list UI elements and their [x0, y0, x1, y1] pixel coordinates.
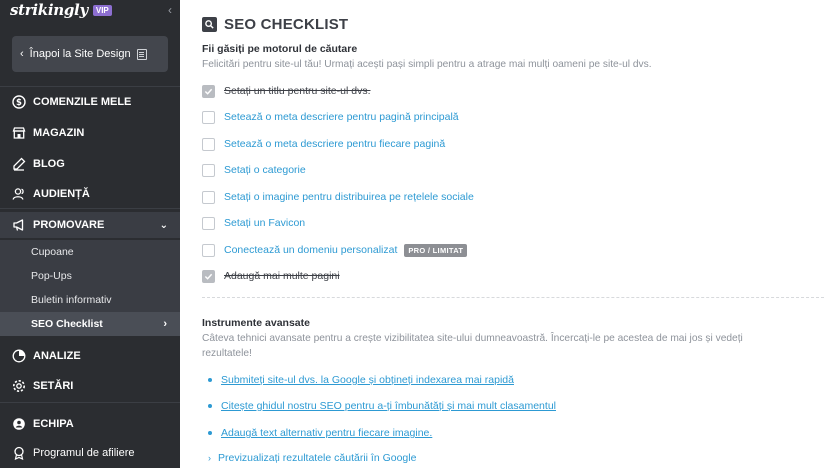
- sidebar-item-label: BLOG: [33, 158, 65, 170]
- dollar-circle-icon: $: [12, 95, 26, 109]
- sidebar-subitem-popups[interactable]: Pop-Ups: [0, 264, 180, 288]
- advanced-link-item[interactable]: Adaugă text alternativ pentru fiecare im…: [208, 427, 432, 439]
- checklist-label[interactable]: Setează o meta descriere pentru fiecare …: [224, 138, 445, 150]
- back-label: Înapoi la Site Design: [29, 48, 131, 60]
- checklist-label[interactable]: Setați o categorie: [224, 164, 306, 176]
- megaphone-icon: [12, 218, 26, 232]
- sidebar-divider: [0, 402, 180, 403]
- chevron-right-icon: ›: [208, 453, 211, 463]
- back-to-site-design-button[interactable]: ‹ Înapoi la Site Design: [12, 36, 168, 72]
- main-content: SEO CHECKLIST Fii găsiți pe motorul de c…: [180, 0, 825, 468]
- bullet-icon: [208, 378, 212, 382]
- sidebar-item-orders[interactable]: $ COMENZILE MELE: [0, 89, 180, 115]
- collapse-sidebar-icon[interactable]: ‹: [168, 3, 172, 17]
- bullet-icon: [208, 404, 212, 408]
- users-icon: [12, 187, 26, 201]
- alt-text-link[interactable]: Adaugă text alternativ pentru fiecare im…: [221, 427, 432, 439]
- team-icon: [12, 417, 26, 431]
- sidebar-item-label: MAGAZIN: [33, 127, 85, 139]
- sidebar-item-label: ECHIPA: [33, 418, 74, 430]
- brand-name: strikingly: [10, 1, 88, 19]
- preview-search-results-toggle[interactable]: › Previzualizați rezultatele căutării în…: [208, 452, 416, 464]
- check-icon: [204, 273, 213, 280]
- sidebar-item-label: SETĂRI: [33, 380, 74, 392]
- advanced-section-subtitle-line2: rezultatele!: [202, 348, 252, 359]
- sidebar-item-promote[interactable]: PROMOVARE ⌄: [0, 212, 180, 238]
- checklist-item[interactable]: Adaugă mai multe pagini: [202, 268, 340, 284]
- checkbox[interactable]: [202, 137, 215, 151]
- checkbox[interactable]: [202, 216, 215, 230]
- sidebar-item-store[interactable]: MAGAZIN: [0, 120, 180, 146]
- sidebar-subitem-label: Pop-Ups: [31, 270, 72, 282]
- checkbox[interactable]: [202, 190, 215, 204]
- vip-badge: VIP: [92, 4, 112, 16]
- sidebar-item-blog[interactable]: BLOG: [0, 151, 180, 177]
- sidebar-subitem-label: SEO Checklist: [31, 318, 103, 330]
- advanced-link-item[interactable]: Submiteți site-ul dvs. la Google și obți…: [208, 374, 514, 386]
- checklist-item[interactable]: Conectează un domeniu personalizat PRO /…: [202, 242, 468, 258]
- check-icon: [204, 88, 213, 95]
- checkbox[interactable]: [202, 243, 215, 257]
- award-icon: [12, 446, 26, 460]
- checklist-label[interactable]: Setează o meta descriere pentru pagină p…: [224, 111, 459, 123]
- gear-icon: [12, 379, 26, 393]
- affiliate-label: Programul de afiliere: [33, 447, 135, 459]
- section-divider: [202, 297, 824, 298]
- sidebar-divider: [0, 208, 180, 209]
- checkbox-checked[interactable]: [202, 269, 215, 283]
- checklist-item[interactable]: Setează o meta descriere pentru fiecare …: [202, 136, 445, 152]
- checklist-item[interactable]: Setați un Favicon: [202, 215, 305, 231]
- sidebar-subitem-coupons[interactable]: Cupoane: [0, 240, 180, 264]
- page-icon: [136, 48, 147, 60]
- sidebar-item-audience[interactable]: AUDIENȚĂ: [0, 181, 180, 207]
- sidebar: strikingly VIP ‹ ‹ Înapoi la Site Design…: [0, 0, 180, 468]
- sidebar-item-label: ANALIZE: [33, 350, 81, 362]
- advanced-section-heading: Instrumente avansate: [202, 317, 310, 329]
- checkbox[interactable]: [202, 110, 215, 124]
- search-section-subtitle: Felicitări pentru site-ul tău! Urmați ac…: [202, 59, 652, 70]
- pro-limited-badge: PRO / LIMITAT: [404, 243, 468, 257]
- sidebar-subitem-label: Buletin informativ: [31, 294, 112, 306]
- checklist-label: Setați un titlu pentru site-ul dvs.: [224, 85, 371, 97]
- sidebar-item-team[interactable]: ECHIPA: [0, 411, 180, 437]
- sidebar-item-affiliate[interactable]: Programul de afiliere: [12, 446, 135, 460]
- checklist-item[interactable]: Setați o imagine pentru distribuirea pe …: [202, 189, 474, 205]
- preview-search-results-label: Previzualizați rezultatele căutării în G…: [218, 452, 417, 464]
- sidebar-subitem-label: Cupoane: [31, 246, 74, 258]
- sidebar-item-label: AUDIENȚĂ: [33, 188, 90, 200]
- sidebar-item-settings[interactable]: SETĂRI: [0, 373, 180, 399]
- brand-logo[interactable]: strikingly VIP: [10, 0, 112, 20]
- sidebar-divider: [0, 86, 180, 87]
- sidebar-subitem-newsletter[interactable]: Buletin informativ: [0, 288, 180, 312]
- seo-guide-link[interactable]: Citește ghidul nostru SEO pentru a-ți îm…: [221, 400, 556, 412]
- search-section-heading: Fii găsiți pe motorul de căutare: [202, 43, 358, 55]
- sidebar-subitem-seo-checklist[interactable]: SEO Checklist ›: [0, 312, 180, 336]
- search-icon: [202, 17, 217, 32]
- pie-chart-icon: [12, 349, 26, 363]
- sidebar-item-label: COMENZILE MELE: [33, 96, 132, 108]
- checklist-item[interactable]: Setați o categorie: [202, 162, 306, 178]
- checklist-label: Adaugă mai multe pagini: [224, 270, 340, 282]
- chevron-down-icon: ⌄: [159, 219, 168, 231]
- store-icon: [12, 126, 26, 140]
- checklist-item[interactable]: Setează o meta descriere pentru pagină p…: [202, 109, 459, 125]
- checklist-label[interactable]: Setați un Favicon: [224, 217, 305, 229]
- page-title-row: SEO CHECKLIST: [202, 16, 348, 33]
- chevron-left-icon: ‹: [20, 48, 24, 60]
- svg-text:$: $: [16, 98, 22, 108]
- checklist-label[interactable]: Conectează un domeniu personalizat: [224, 244, 397, 256]
- advanced-link-item[interactable]: Citește ghidul nostru SEO pentru a-ți îm…: [208, 400, 556, 412]
- sidebar-item-analytics[interactable]: ANALIZE: [0, 343, 180, 369]
- pen-icon: [12, 157, 26, 171]
- checkbox-checked[interactable]: [202, 84, 215, 98]
- chevron-right-icon: ›: [163, 318, 167, 330]
- checkbox[interactable]: [202, 163, 215, 177]
- sidebar-item-label: PROMOVARE: [33, 219, 105, 231]
- checklist-label[interactable]: Setați o imagine pentru distribuirea pe …: [224, 191, 474, 203]
- checklist-item[interactable]: Setați un titlu pentru site-ul dvs.: [202, 83, 371, 99]
- page-title: SEO CHECKLIST: [224, 16, 349, 33]
- bullet-icon: [208, 431, 212, 435]
- advanced-section-subtitle-line1: Câteva tehnici avansate pentru a crește …: [202, 333, 743, 344]
- submit-to-google-link[interactable]: Submiteți site-ul dvs. la Google și obți…: [221, 374, 514, 386]
